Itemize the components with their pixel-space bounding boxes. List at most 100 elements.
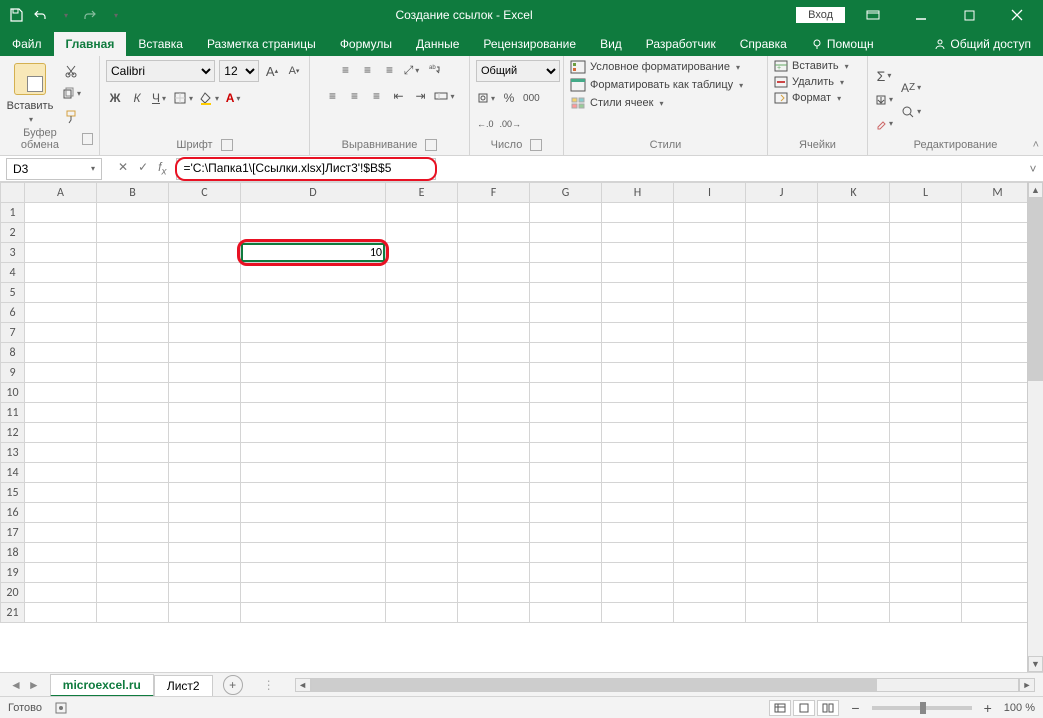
cell-E20[interactable] bbox=[386, 583, 458, 603]
cell-L10[interactable] bbox=[890, 383, 962, 403]
cell-E13[interactable] bbox=[386, 443, 458, 463]
cell-C21[interactable] bbox=[169, 603, 241, 623]
cell-K5[interactable] bbox=[818, 283, 890, 303]
cell-H1[interactable] bbox=[602, 203, 674, 223]
cell-F7[interactable] bbox=[458, 323, 530, 343]
cell-D20[interactable] bbox=[241, 583, 386, 603]
cell-D14[interactable] bbox=[241, 463, 386, 483]
align-left-icon[interactable]: ≡ bbox=[323, 86, 341, 106]
row-header-19[interactable]: 19 bbox=[1, 563, 25, 583]
cell-L14[interactable] bbox=[890, 463, 962, 483]
cell-M7[interactable] bbox=[962, 323, 1034, 343]
cell-J7[interactable] bbox=[746, 323, 818, 343]
cell-K17[interactable] bbox=[818, 523, 890, 543]
cell-I13[interactable] bbox=[674, 443, 746, 463]
cell-B12[interactable] bbox=[97, 423, 169, 443]
cell-G17[interactable] bbox=[530, 523, 602, 543]
cell-G14[interactable] bbox=[530, 463, 602, 483]
wrap-text-icon[interactable]: ab bbox=[425, 60, 443, 80]
fill-color-icon[interactable]: ▾ bbox=[198, 88, 220, 108]
cell-L7[interactable] bbox=[890, 323, 962, 343]
cell-E17[interactable] bbox=[386, 523, 458, 543]
cell-J6[interactable] bbox=[746, 303, 818, 323]
minimize-icon[interactable] bbox=[901, 0, 941, 30]
decrease-font-icon[interactable]: A▾ bbox=[285, 61, 303, 81]
cell-F18[interactable] bbox=[458, 543, 530, 563]
cell-E3[interactable] bbox=[386, 243, 458, 263]
col-header-I[interactable]: I bbox=[674, 183, 746, 203]
cell-M16[interactable] bbox=[962, 503, 1034, 523]
cell-A1[interactable] bbox=[25, 203, 97, 223]
delete-cells-button[interactable]: Удалить▾ bbox=[774, 76, 844, 88]
cell-G11[interactable] bbox=[530, 403, 602, 423]
cell-L9[interactable] bbox=[890, 363, 962, 383]
cell-D9[interactable] bbox=[241, 363, 386, 383]
cell-J12[interactable] bbox=[746, 423, 818, 443]
cell-I7[interactable] bbox=[674, 323, 746, 343]
cell-M5[interactable] bbox=[962, 283, 1034, 303]
view-page-layout-icon[interactable] bbox=[793, 700, 815, 716]
row-header-14[interactable]: 14 bbox=[1, 463, 25, 483]
qat-customize-icon[interactable]: ▾ bbox=[108, 7, 124, 23]
cell-C14[interactable] bbox=[169, 463, 241, 483]
tab-help[interactable]: Справка bbox=[728, 32, 799, 56]
cell-K11[interactable] bbox=[818, 403, 890, 423]
cell-D5[interactable] bbox=[241, 283, 386, 303]
format-as-table-button[interactable]: Форматировать как таблицу▾ bbox=[570, 78, 743, 92]
cell-D11[interactable] bbox=[241, 403, 386, 423]
cell-K18[interactable] bbox=[818, 543, 890, 563]
cell-F15[interactable] bbox=[458, 483, 530, 503]
cell-B4[interactable] bbox=[97, 263, 169, 283]
cell-I15[interactable] bbox=[674, 483, 746, 503]
font-size-select[interactable]: 12 bbox=[219, 60, 259, 82]
cell-E5[interactable] bbox=[386, 283, 458, 303]
cell-C10[interactable] bbox=[169, 383, 241, 403]
cell-C11[interactable] bbox=[169, 403, 241, 423]
font-name-select[interactable]: Calibri bbox=[106, 60, 215, 82]
cell-K13[interactable] bbox=[818, 443, 890, 463]
tab-data[interactable]: Данные bbox=[404, 32, 471, 56]
cell-E8[interactable] bbox=[386, 343, 458, 363]
row-header-18[interactable]: 18 bbox=[1, 543, 25, 563]
cell-I17[interactable] bbox=[674, 523, 746, 543]
cell-F21[interactable] bbox=[458, 603, 530, 623]
row-header-2[interactable]: 2 bbox=[1, 223, 25, 243]
cell-B10[interactable] bbox=[97, 383, 169, 403]
cell-D1[interactable] bbox=[241, 203, 386, 223]
cell-I4[interactable] bbox=[674, 263, 746, 283]
cell-L6[interactable] bbox=[890, 303, 962, 323]
cell-K6[interactable] bbox=[818, 303, 890, 323]
fill-icon[interactable]: ▾ bbox=[874, 90, 894, 110]
cell-C19[interactable] bbox=[169, 563, 241, 583]
cell-E18[interactable] bbox=[386, 543, 458, 563]
col-header-D[interactable]: D bbox=[241, 183, 386, 203]
cell-L15[interactable] bbox=[890, 483, 962, 503]
tab-page-layout[interactable]: Разметка страницы bbox=[195, 32, 328, 56]
cell-C20[interactable] bbox=[169, 583, 241, 603]
cell-G18[interactable] bbox=[530, 543, 602, 563]
cell-C16[interactable] bbox=[169, 503, 241, 523]
save-icon[interactable] bbox=[8, 7, 24, 23]
sheet-tab-2[interactable]: Лист2 bbox=[154, 675, 213, 696]
number-dialog-launcher[interactable] bbox=[530, 139, 542, 151]
cell-I21[interactable] bbox=[674, 603, 746, 623]
account-login-button[interactable]: Вход bbox=[796, 7, 845, 23]
cell-B6[interactable] bbox=[97, 303, 169, 323]
cell-E4[interactable] bbox=[386, 263, 458, 283]
cell-I11[interactable] bbox=[674, 403, 746, 423]
increase-decimal-icon[interactable]: ←.0 bbox=[476, 114, 495, 134]
cell-M2[interactable] bbox=[962, 223, 1034, 243]
cell-A5[interactable] bbox=[25, 283, 97, 303]
cell-G9[interactable] bbox=[530, 363, 602, 383]
row-header-12[interactable]: 12 bbox=[1, 423, 25, 443]
cell-K15[interactable] bbox=[818, 483, 890, 503]
cell-K3[interactable] bbox=[818, 243, 890, 263]
row-header-8[interactable]: 8 bbox=[1, 343, 25, 363]
cell-G10[interactable] bbox=[530, 383, 602, 403]
cell-F2[interactable] bbox=[458, 223, 530, 243]
cell-M1[interactable] bbox=[962, 203, 1034, 223]
row-header-1[interactable]: 1 bbox=[1, 203, 25, 223]
cell-C15[interactable] bbox=[169, 483, 241, 503]
cell-I14[interactable] bbox=[674, 463, 746, 483]
cell-D19[interactable] bbox=[241, 563, 386, 583]
